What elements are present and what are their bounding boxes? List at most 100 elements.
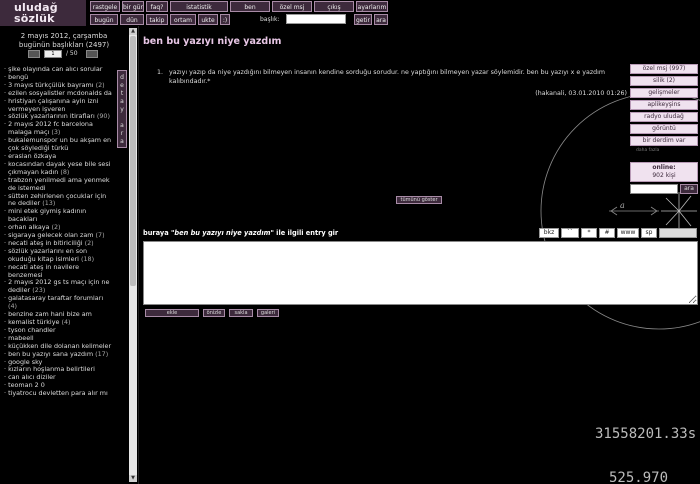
topic-list-item[interactable]: tiyatrocu devletten para alır mı [4, 389, 114, 398]
logo-line2: sözlük [14, 12, 55, 25]
nav-ozel-msj[interactable]: özel msj [272, 1, 312, 12]
editor-label-topic: "ben bu yazıyı niye yazdım" [170, 229, 274, 237]
nav-ben[interactable]: ben [230, 1, 270, 12]
toolbar-spoiler-star-button[interactable]: * [581, 228, 597, 238]
header: uludağ sözlük rastgele bir gün faq? ista… [0, 0, 700, 26]
topic-title-link: kızların hoşlanma belirtileri [8, 365, 95, 374]
topic-list-item[interactable]: bukalemunspor un bu akşam en çok söyledi… [4, 136, 114, 153]
nav-smiley[interactable]: :) [220, 14, 230, 25]
entry-editor[interactable] [143, 241, 698, 305]
toolbar-bkz-button[interactable]: bkz [539, 228, 559, 238]
ekle-button[interactable]: ekle [145, 309, 199, 317]
topic-list-item[interactable]: 2 mayıs 2012 fc barcelona malaga maçı (3… [4, 120, 114, 137]
nav-ayarlarim[interactable]: ayarlarım [356, 1, 388, 12]
detay-ara-letter: a [120, 138, 124, 145]
nav-bugun[interactable]: bugün [90, 14, 118, 25]
detay-ara-letter: y [120, 106, 124, 113]
topic-title-link: bengü [8, 72, 29, 81]
galeri-button[interactable]: galeri [257, 309, 279, 317]
topic-list-item[interactable]: trabzon yenilmedi ama yenmek de istemedi [4, 175, 114, 193]
topic-list-item[interactable]: 2 mayıs 2012 gs ts maçı için ne dediler … [4, 279, 114, 295]
topic-title-link: galatasaray taraftar forumları [8, 294, 104, 303]
topic-entry-count: (2) [51, 223, 61, 232]
toolbar-www-button[interactable]: www [617, 228, 639, 238]
left-scrollbar[interactable]: ▲ ▼ [129, 28, 137, 482]
topic-title-link: eraslan özkaya [8, 151, 57, 160]
nav-bir-gun[interactable]: bir gün [122, 1, 144, 12]
entry-number: 1. [157, 69, 164, 76]
toolbar-sp-button[interactable]: sp [641, 228, 657, 238]
detay-ara-letter [118, 114, 126, 122]
detay-ara-letter: e [120, 82, 124, 89]
pager-page-input[interactable]: 1 [44, 50, 62, 58]
topic-title-link: 3 mayıs türkçülük bayramı [8, 80, 94, 89]
online-count: 902 kişi [652, 172, 676, 179]
onizle-button[interactable]: önizle [203, 309, 225, 317]
topic-title-link: tiyatrocu devletten para alır mı [8, 389, 108, 398]
online-count-box: online: 902 kişi [630, 162, 698, 182]
topic-title-link: can alıcı diziler [8, 373, 56, 382]
topic-entry-count: (2) [95, 80, 105, 89]
toolbar-hash-button[interactable]: # [599, 228, 615, 238]
online-label: online: [652, 164, 676, 171]
ozel-msj-button[interactable]: özel msj (997) [630, 64, 698, 74]
nav-ortam[interactable]: ortam [170, 14, 196, 25]
editor-label: buraya "ben bu yazıyı niye yazdım" ile i… [143, 229, 338, 237]
baslik-label: başlık: [260, 16, 280, 23]
pager: 1 / 50 [0, 50, 128, 60]
bir-derdim-var-button[interactable]: bir derdim var [630, 136, 698, 146]
gelismeler-button[interactable]: gelişmeler [630, 88, 698, 98]
nav-ukte[interactable]: ukte [198, 14, 218, 25]
topic-title-link: necati ateş in bitiriciliği [8, 238, 83, 247]
toolbar-smiley-palette[interactable] [659, 228, 697, 238]
baslik-input[interactable] [286, 14, 346, 24]
show-all-button[interactable]: tümünü göster [396, 196, 442, 204]
sakla-button[interactable]: sakla [229, 309, 253, 317]
topic-title-link: tyson chandler [8, 325, 56, 334]
topic-title-link: benzine zam hani bize am [8, 310, 92, 319]
right-search-input[interactable] [630, 184, 678, 194]
right-ara-button[interactable]: ara [680, 184, 698, 194]
toolbar-backtick-button[interactable]: `` [561, 228, 579, 238]
topic-title[interactable]: ben bu yazıyı niye yazdım [143, 36, 281, 47]
topic-title-link: teoman 2 0 [8, 381, 45, 390]
topic-list-item[interactable]: sütten zehirlenen çocuklar için ne dedil… [4, 192, 114, 209]
scroll-thumb[interactable] [130, 36, 136, 286]
topic-title-link: sigaraya gelecek olan zam [8, 231, 94, 240]
decoration-number-1: 31558201.33s [595, 426, 697, 442]
radyo-uludag-button[interactable]: radyo uludağ [630, 112, 698, 122]
silik-button[interactable]: silik (2) [630, 76, 698, 86]
site-logo[interactable]: uludağ sözlük [0, 0, 86, 26]
pager-next-button[interactable] [86, 50, 98, 58]
topic-title-link: trabzon yenilmedi ama yenmek de istemedi [8, 175, 110, 192]
nav-cikis[interactable]: çıkış [314, 1, 354, 12]
nav-faq[interactable]: faq? [146, 1, 168, 12]
topic-title-link: şike olayında can alıcı sorular [8, 65, 103, 73]
nav-dun[interactable]: dün [120, 14, 144, 25]
topic-list-item[interactable]: mini etek giymiş kadının bacakları [4, 207, 114, 224]
detay-ara-button[interactable]: detayara [117, 70, 127, 148]
topic-list-item[interactable]: necati ateş in navilere benzemesi [4, 263, 114, 280]
topic-title-link: 2 mayıs 2012 gs ts maçı için ne dediler [8, 278, 110, 295]
topic-list-item[interactable]: galatasaray taraftar forumları (4) [4, 294, 114, 311]
topic-list-item[interactable]: kocasından dayak yese bile sesi çıkmayan… [4, 160, 114, 177]
topic-title-link: sözlük yazarlarının itirafları [8, 112, 95, 121]
scroll-down-icon[interactable]: ▼ [129, 475, 137, 482]
date-header: 2 mayıs 2012, çarşamba bugünün başlıklar… [0, 32, 128, 50]
aplikeysins-button[interactable]: aplikeyşins [630, 100, 698, 110]
nav-istatistik[interactable]: istatistik [170, 1, 228, 12]
topic-list-item[interactable]: hristiyan çalışanına ayin izni vermeyen … [4, 97, 114, 114]
entry-author-date[interactable]: (hakanali, 03.01.2010 01:26) [535, 90, 627, 97]
topic-entry-count: (4) [8, 302, 18, 311]
scroll-up-icon[interactable]: ▲ [129, 28, 137, 35]
goruntu-button[interactable]: görüntü [630, 124, 698, 134]
header-ara-button[interactable]: ara [374, 14, 388, 25]
editor-label-suffix: ile ilgili entry gir [273, 229, 339, 237]
topic-entry-count: (2) [84, 238, 94, 247]
nav-takip[interactable]: takip [146, 14, 168, 25]
getir-button[interactable]: getir [354, 14, 372, 25]
pager-prev-button[interactable] [28, 50, 40, 58]
topic-list-item[interactable]: sözlük yazarlarını en son okuduğu kitap … [4, 247, 114, 264]
daha-fazla-link[interactable]: daha fazla [630, 147, 698, 155]
nav-rastgele[interactable]: rastgele [90, 1, 120, 12]
